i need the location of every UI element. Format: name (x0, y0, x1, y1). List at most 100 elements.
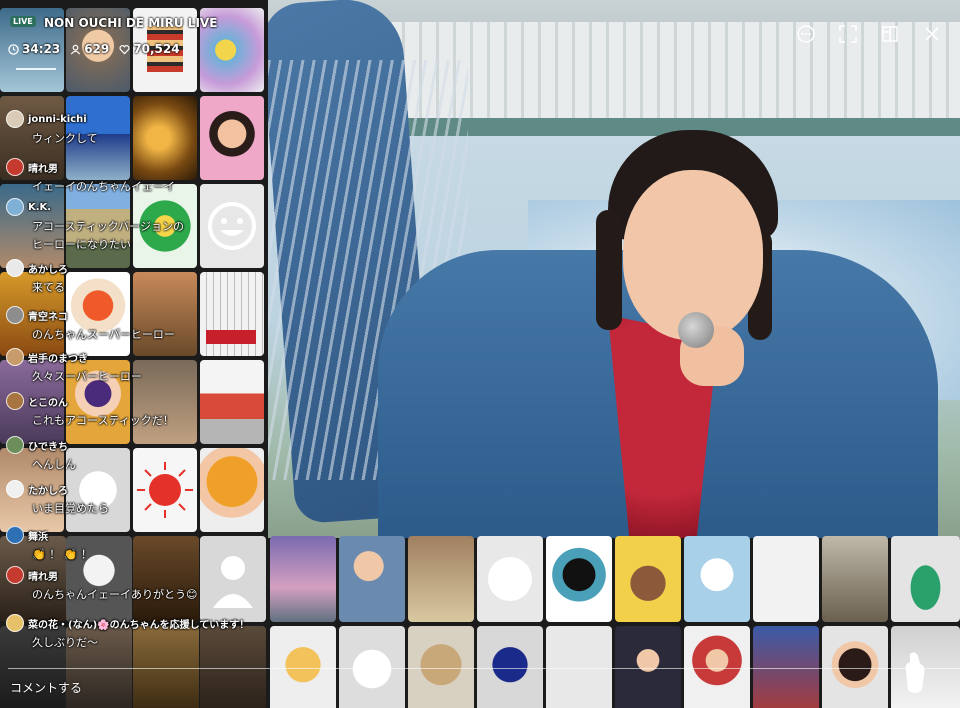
comment-author-name: ひできち (28, 441, 68, 453)
comment-avatar[interactable] (6, 306, 24, 324)
comment-text: いま目覚めたら (32, 502, 109, 515)
clock-icon (8, 43, 19, 55)
comment-avatar[interactable] (6, 614, 24, 632)
comment-item: K.K. アコースティックバージョンの ヒーローになりたい (6, 198, 184, 252)
comment-text: ウィンクして (32, 132, 98, 145)
viewer-tile[interactable] (822, 536, 888, 622)
viewer-tile[interactable] (200, 272, 264, 356)
comment-author: jonni-kichi (6, 110, 98, 128)
performer-braid (596, 210, 622, 330)
comment-author-name: 晴れ男 (28, 163, 58, 175)
comment-avatar[interactable] (6, 436, 24, 454)
comment-item: 舞浜 👏 ！ 👏 ！ (6, 526, 92, 562)
comment-author: たかしろ (6, 480, 109, 498)
comment-item: 晴れ男のんちゃんイェーイありがとう😊 (6, 566, 197, 602)
comment-avatar[interactable] (6, 198, 24, 216)
comment-input[interactable] (8, 676, 612, 700)
comment-text: イェーイのんちゃんイェーイ (32, 180, 175, 193)
viewer-tile[interactable] (546, 536, 612, 622)
comment-avatar[interactable] (6, 480, 24, 498)
comment-input-bar (0, 668, 960, 708)
fullscreen-button[interactable] (838, 24, 858, 44)
like-count-value: 70,524 (133, 42, 180, 56)
comment-author-name: 菜の花・(なん)🌸のんちゃんを応援しています！ (28, 619, 250, 631)
comment-item: あかしろ 来てる (6, 259, 68, 295)
comment-item: jonni-kichi ウィンクして (6, 110, 98, 146)
comment-text: 来てる (32, 281, 65, 294)
comment-author-name: jonni-kichi (28, 113, 87, 125)
comment-author-name: あかしろ (28, 264, 68, 276)
comment-author: ひできち (6, 436, 76, 454)
live-badge: LIVE (10, 16, 36, 27)
fullscreen-icon (839, 25, 857, 43)
viewer-tile[interactable] (684, 536, 750, 622)
sun-drawing-icon (137, 462, 193, 518)
comment-author-name: 青空ネコ (28, 311, 68, 323)
comment-author: とこのん (6, 392, 174, 410)
comment-author-name: 岩手のまつき (28, 353, 88, 365)
main-video[interactable] (268, 0, 960, 538)
default-avatar-icon (213, 556, 253, 608)
viewer-tile[interactable] (200, 96, 264, 180)
comment-avatar[interactable] (6, 110, 24, 128)
comment-text: のんちゃんイェーイありがとう😊 (32, 588, 198, 601)
heart-icon (119, 44, 130, 54)
elapsed-value: 34:23 (22, 42, 61, 56)
viewer-tile[interactable] (133, 448, 197, 532)
viewer-tile[interactable] (477, 536, 543, 622)
layout-button[interactable] (880, 24, 900, 44)
comment-text: へんしん (32, 458, 76, 471)
player-controls (796, 24, 942, 44)
comment-avatar[interactable] (6, 566, 24, 584)
viewer-tile[interactable] (891, 536, 960, 622)
comment-author-name: とこのん (28, 397, 68, 409)
comment-item: 青空ネコのんちゃんスーパーヒーロー (6, 306, 175, 342)
comment-text: のんちゃんスーパーヒーロー (32, 328, 175, 341)
comment-author-name: 晴れ男 (28, 571, 58, 583)
comment-author: 菜の花・(なん)🌸のんちゃんを応援しています！ (6, 614, 249, 632)
comment-item: 菜の花・(なん)🌸のんちゃんを応援しています！ 久しぶりだ〜 (6, 614, 249, 650)
comment-author: 青空ネコ (6, 306, 175, 324)
viewer-tile[interactable] (339, 536, 405, 622)
stream-header: LIVE NON OUCHI DE MIRU LIVE 34:23 629 70… (0, 0, 268, 80)
comment-author-name: 舞浜 (28, 531, 48, 543)
comment-avatar[interactable] (6, 392, 24, 410)
comment-toggle-button[interactable] (796, 24, 816, 44)
viewer-tile[interactable] (200, 536, 266, 622)
comment-author: 晴れ男 (6, 158, 175, 176)
viewer-tile[interactable] (408, 536, 474, 622)
header-divider (16, 68, 56, 70)
viewer-tile[interactable] (200, 360, 264, 444)
comment-item: 岩手のまつき 久々スーパーヒーロー (6, 348, 142, 384)
comment-text: 久しぶりだ〜 (32, 636, 98, 649)
comment-text: アコースティックバージョンの (32, 220, 185, 233)
comment-item: たかしろいま目覚めたら (6, 480, 109, 516)
applause-button[interactable] (902, 650, 928, 696)
stream-stats: 34:23 629 70,524 (8, 42, 180, 56)
comment-avatar[interactable] (6, 526, 24, 544)
comment-author: 舞浜 (6, 526, 92, 544)
layout-icon (882, 26, 898, 42)
comment-bubble-icon (797, 25, 815, 43)
elapsed-time: 34:23 (8, 42, 60, 56)
comment-text: これもアコースティックだ！ (32, 414, 174, 427)
microphone (678, 312, 714, 348)
clap-hand-icon (905, 652, 925, 693)
comment-avatar[interactable] (6, 348, 24, 366)
comment-author: 岩手のまつき (6, 348, 142, 366)
viewer-count: 629 (70, 42, 109, 56)
viewer-tile[interactable] (615, 536, 681, 622)
close-icon (925, 27, 939, 41)
viewer-tile[interactable] (200, 448, 264, 532)
viewer-tile[interactable] (200, 184, 264, 268)
comment-text: ヒーローになりたい (32, 238, 131, 251)
close-button[interactable] (922, 24, 942, 44)
stream-title: NON OUCHI DE MIRU LIVE (44, 16, 218, 30)
comment-author: あかしろ (6, 259, 68, 277)
comment-avatar[interactable] (6, 259, 24, 277)
viewer-tile[interactable] (270, 536, 336, 622)
smiley-avatar-icon (208, 202, 256, 250)
viewer-tile[interactable] (753, 536, 819, 622)
live-stream-screen: LIVE NON OUCHI DE MIRU LIVE 34:23 629 70… (0, 0, 960, 708)
comment-avatar[interactable] (6, 158, 24, 176)
